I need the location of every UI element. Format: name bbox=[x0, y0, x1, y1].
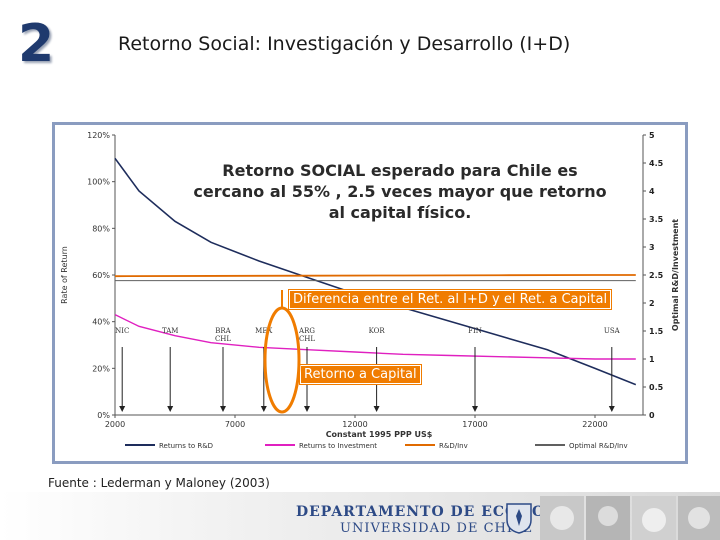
country-arrow-head bbox=[167, 406, 174, 412]
legend-label: Returns to R&D bbox=[159, 442, 213, 450]
series-line-1 bbox=[114, 314, 636, 360]
country-arrow-head bbox=[260, 406, 267, 412]
country-arrow-head bbox=[373, 406, 380, 412]
x-tick-label: 22000 bbox=[582, 420, 607, 429]
footer-photo-strip bbox=[540, 496, 720, 540]
country-label: KOR bbox=[369, 327, 386, 335]
y-right-tick-label: 4 bbox=[649, 187, 655, 196]
footer-department: DEPARTAMENTO DE ECONOMIA bbox=[296, 504, 582, 520]
y-right-tick-label: 5 bbox=[649, 131, 655, 140]
y-left-tick-label: 40% bbox=[92, 318, 110, 327]
legend-label: Returns to Investment bbox=[299, 442, 377, 450]
country-label: CHL bbox=[215, 335, 231, 343]
x-axis-label: Constant 1995 PPP US$ bbox=[326, 430, 433, 439]
y-left-tick-label: 60% bbox=[92, 271, 110, 280]
slide-number: 2 bbox=[18, 14, 55, 74]
country-arrow-head bbox=[472, 406, 478, 412]
y-left-tick-label: 0% bbox=[97, 411, 110, 420]
difference-label-box: Diferencia entre el Ret. al I+D y el Ret… bbox=[287, 289, 613, 310]
country-label: BRA bbox=[215, 327, 231, 335]
y-right-tick-label: 0 bbox=[649, 411, 655, 420]
legend-label: Optimal R&D/Inv bbox=[569, 442, 628, 450]
series-line-2 bbox=[114, 274, 636, 278]
x-tick-label: 12000 bbox=[342, 420, 367, 429]
y-right-tick-label: 2 bbox=[649, 299, 655, 308]
country-label: USA bbox=[604, 327, 621, 335]
slide-title: Retorno Social: Investigación y Desarrol… bbox=[118, 33, 571, 55]
country-label: TAM bbox=[162, 327, 179, 335]
capital-return-label-box: Retorno a Capital bbox=[299, 364, 422, 385]
country-label: ARG bbox=[298, 327, 315, 335]
y-right-tick-label: 3.5 bbox=[649, 215, 664, 224]
y-right-tick-label: 2.5 bbox=[649, 271, 664, 280]
x-tick-label: 2000 bbox=[105, 420, 125, 429]
y-right-tick-label: 0.5 bbox=[649, 383, 664, 392]
source-note: Fuente : Lederman y Maloney (2003) bbox=[48, 476, 270, 490]
country-label: NIC bbox=[115, 327, 129, 335]
y-left-tick-label: 120% bbox=[87, 131, 110, 140]
y-right-axis-label: Optimal R&D/Investment bbox=[671, 219, 680, 331]
country-label: CHL bbox=[299, 335, 315, 343]
legend-label: R&D/Inv bbox=[439, 442, 468, 450]
university-seal-icon bbox=[506, 503, 532, 534]
country-arrow-head bbox=[304, 406, 310, 412]
x-tick-label: 17000 bbox=[462, 420, 487, 429]
y-left-axis-label: Rate of Return bbox=[60, 246, 69, 304]
y-left-tick-label: 20% bbox=[92, 364, 110, 373]
y-right-tick-label: 1 bbox=[649, 355, 655, 364]
country-arrow-head bbox=[119, 406, 126, 412]
y-left-tick-label: 100% bbox=[87, 178, 110, 187]
country-label: MEX bbox=[255, 327, 272, 335]
y-right-tick-label: 1.5 bbox=[649, 327, 664, 336]
country-arrow-head bbox=[608, 406, 615, 412]
main-callout: Retorno SOCIAL esperado para Chile es ce… bbox=[190, 160, 610, 223]
x-tick-label: 7000 bbox=[225, 420, 245, 429]
y-left-tick-label: 80% bbox=[92, 224, 110, 233]
y-right-tick-label: 3 bbox=[649, 243, 655, 252]
country-label: FIN bbox=[468, 327, 482, 335]
country-arrow-head bbox=[220, 406, 226, 412]
y-right-tick-label: 4.5 bbox=[649, 159, 664, 168]
